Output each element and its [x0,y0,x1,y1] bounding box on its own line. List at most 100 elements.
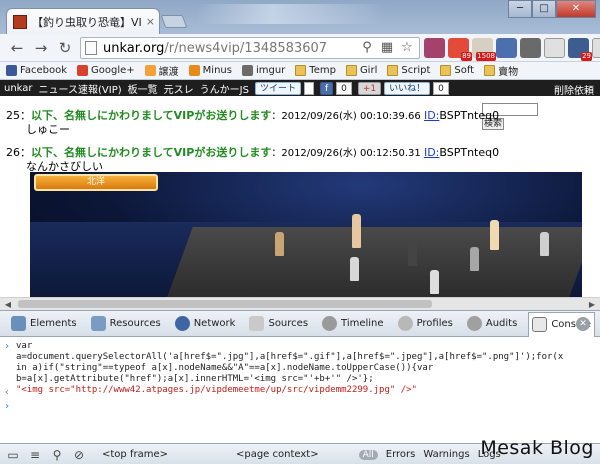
console-line: a=document.querySelectorAll('a[href$=".j… [16,352,564,362]
tweet-button[interactable]: ツイート [254,81,301,95]
game-character [490,220,499,250]
tab-elements[interactable]: Elements [8,313,80,335]
clear-console-icon[interactable]: ⊘ [72,448,86,462]
scroll-right-icon[interactable]: ▶ [586,299,598,310]
bookmark-folder-temp[interactable]: Temp [295,65,336,76]
nav-link-unkar[interactable]: unkar [4,83,33,94]
bookmark-facebook[interactable]: Facebook [6,65,67,76]
filter-warnings[interactable]: Warnings [423,449,469,460]
bookmark-label: 譲渡 [158,67,179,78]
reload-button[interactable]: ↻ [54,37,76,59]
scroll-left-icon[interactable]: ◀ [2,299,14,310]
folder-icon [345,65,357,76]
bookmark-imgur[interactable]: imgur [241,65,285,76]
devtools-close-icon[interactable]: ✕ [576,317,590,331]
close-window-button[interactable]: ✕ [556,0,596,18]
badge-count: 89 [461,52,472,61]
omnibox-icons: ⚲ ▦ ☆ [359,40,415,56]
horizontal-scrollbar[interactable]: ◀ ▶ [0,297,600,310]
maximize-button[interactable]: □ [532,0,556,18]
new-tab-button[interactable] [160,15,188,28]
nav-link-board-list[interactable]: 板一覧 [128,81,158,96]
search-page-icon[interactable]: ⚲ [359,40,375,56]
tab-profiles[interactable]: Profiles [395,313,456,335]
post-id: BSPTnteq0 [439,146,500,159]
extension-icons: 89 1508 29 [424,38,600,61]
frame-selector[interactable]: <top frame> [102,449,168,460]
iine-button[interactable]: いいね！ [384,81,431,95]
bookmark-label: Temp [309,65,336,76]
console-output[interactable]: › var a=document.querySelectorAll('a[hre… [0,338,600,443]
forward-button[interactable]: → [30,37,52,59]
tab-timeline[interactable]: Timeline [319,313,387,335]
wrench-menu-button[interactable] [592,38,600,58]
bookmark-minus[interactable]: Minus [188,65,232,76]
bookmark-jouto[interactable]: 譲渡 [144,63,179,78]
extension-button-7[interactable]: 29 [568,38,592,61]
game-character [430,270,439,294]
audits-icon [466,316,482,331]
tab-label: Timeline [341,318,384,329]
site-nav: unkar ニュース速報(VIP) 板一覧 元スレ うんかーJS ツイート f … [0,80,600,97]
extension-button-6[interactable] [544,38,565,58]
context-selector[interactable]: <page context> [236,449,319,460]
post-id-link[interactable]: ID: [424,146,439,159]
post-header: 25：以下、名無しにかわりましてVIPがお送りします：2012/09/26(水)… [6,107,499,123]
game-character [350,257,359,281]
extension-button-2[interactable]: 89 [448,38,472,61]
imgur-icon [241,65,253,76]
bookmark-folder-girl[interactable]: Girl [345,65,377,76]
extension-button-5[interactable] [520,38,541,58]
nav-link-board[interactable]: ニュース速報(VIP) [39,81,122,96]
console-prompt-icon[interactable]: › [4,401,10,412]
elements-icon [11,316,26,331]
console-line: in a)if("string"==typeof a[x].nodeName&&… [16,363,434,373]
minimize-button[interactable]: ─ [508,0,532,18]
bookmark-folder-soft[interactable]: Soft [440,65,474,76]
tab-audits[interactable]: Audits [464,313,520,335]
post-date: ：2012/09/26(水) 00:10:39.66 [271,111,424,122]
folder-icon [295,65,307,76]
console-drawer-icon[interactable]: ≡ [28,448,42,462]
bookmark-folder-script[interactable]: Script [387,65,430,76]
tab-close-icon[interactable]: × [146,15,155,28]
nav-link-unkarjs[interactable]: うんかーJS [200,81,249,96]
filter-errors[interactable]: Errors [386,449,416,460]
scrollbar-thumb[interactable] [18,300,432,308]
filter-all[interactable]: All [358,449,378,460]
address-bar[interactable]: unkar.org /r/news4vip/1348583607 ⚲ ▦ ☆ [80,37,420,59]
nav-link-original-thread[interactable]: 元スレ [164,81,194,96]
devtools-tabs: Elements Resources Network Sources Timel… [0,311,600,337]
bookmark-label: Facebook [20,65,67,76]
tab-network[interactable]: Network [172,313,239,335]
star-icon[interactable]: ☆ [399,40,415,56]
post-id-link[interactable]: ID: [424,109,439,122]
embedded-game-screenshot: 北洋 [30,172,582,297]
game-deck [167,227,582,297]
dock-icon[interactable]: ▭ [6,448,20,462]
extension-button-3[interactable]: 1508 [472,38,496,61]
bookmark-folder-sales[interactable]: 賣物 [484,63,518,78]
bookmark-label: Google+ [91,65,135,76]
search-icon[interactable]: ⚲ [50,448,64,462]
translate-icon[interactable]: ▦ [379,40,395,56]
favicon-icon [13,14,27,29]
facebook-share-button[interactable]: f [319,81,334,95]
tab-label: Network [193,318,236,329]
back-button[interactable]: ← [6,37,28,59]
gplus-button[interactable]: +1 [357,81,382,95]
watermark-text: Mesak Blog [480,437,594,459]
extension-button-1[interactable] [424,38,445,58]
extension-button-4[interactable] [496,38,517,58]
window-controls: ─ □ ✕ [508,0,596,18]
game-character [470,247,479,271]
tab-resources[interactable]: Resources [88,313,164,335]
delete-request-link[interactable]: 削除依頼 [554,82,594,97]
post-body: しゅこー [26,123,70,136]
tab-label: Profiles [416,318,453,329]
tab-strip-decoration [196,4,386,24]
browser-tab[interactable]: 【釣り虫取り恐竜】VIPで × [6,8,160,34]
game-hud-label: 北洋 [34,174,158,191]
tab-sources[interactable]: Sources [246,313,311,335]
bookmark-googleplus[interactable]: Google+ [77,65,135,76]
